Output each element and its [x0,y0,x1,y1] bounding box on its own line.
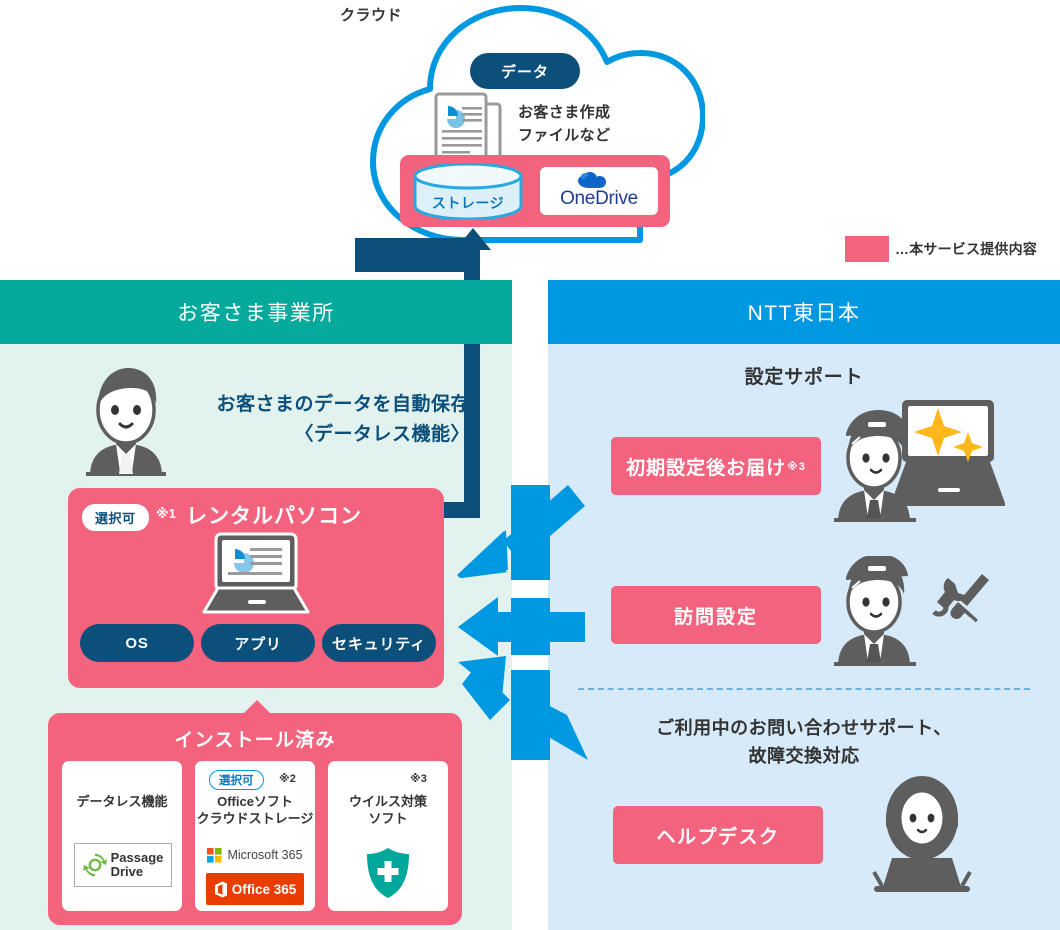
pill-security[interactable]: セキュリティ [322,624,436,662]
setup-support-title: 設定サポート [744,367,864,388]
installed-title: インストール済み [174,730,336,751]
passage-drive-line1: Passage [110,850,164,866]
office-365-label: Office 365 [231,881,297,897]
database-cylinder-icon: ストレージ [412,163,524,219]
onedrive-logo: OneDrive [540,167,658,215]
installed-software-card: インストール済み データレス機能 Passage Drive 選択可 ※2 Of… [48,713,462,925]
arrow-left-icon [458,597,585,656]
software-label-office-line1: Officeソフト [217,794,293,809]
staff-with-tools-icon [830,554,1005,666]
software-label-dataless: データレス機能 [76,794,168,809]
selectable-badge-office: 選択可 [209,770,264,790]
office-365-logo: Office 365 [206,873,304,905]
cloud-file-caption: お客さま作成 ファイルなど [518,101,610,148]
storage-label: ストレージ [431,195,505,211]
help-desk-label: ヘルプデスク [656,826,780,848]
microsoft-365-label: Microsoft 365 [227,848,303,862]
usage-support-line1: ご利用中のお問い合わせサポート、 [656,718,952,738]
software-item-antivirus[interactable]: ※3 ウイルス対策 ソフト [328,761,448,911]
rental-pc-card[interactable]: 選択可 ※1 レンタルパソコン OS アプリ セキュリティ [68,488,444,688]
legend: …本サービス提供内容 [845,236,1037,262]
pill-app[interactable]: アプリ [201,624,315,662]
software-item-office[interactable]: 選択可 ※2 Officeソフト クラウドストレージ Microsoft 365 [195,761,315,911]
legend-label: …本サービス提供内容 [895,241,1037,257]
software-label-antivirus-line1: ウイルス対策 [348,794,427,809]
microsoft-365-logo: Microsoft 365 [201,845,309,865]
customer-office-header: お客さま事業所 [0,280,512,344]
rental-pc-title: レンタルパソコン [186,505,362,528]
recycle-arrows-icon [82,853,107,877]
onedrive-label: OneDrive [560,188,638,209]
autosave-line1: お客さまのデータを自動保存 [216,394,470,415]
selectable-badge: 選択可 [82,504,149,531]
shield-antivirus-icon [364,847,412,899]
legend-swatch [845,236,889,262]
headset-operator-icon [860,772,985,894]
antivirus-footnote: ※3 [410,773,427,785]
cloud-file-caption-line2: ファイルなど [518,127,611,145]
ntt-east-header: NTT東日本 [548,280,1060,344]
laptop-chart-icon [192,532,320,616]
installed-arrow-icon [243,700,271,714]
autosave-line2: 〈データレス機能〉 [294,424,470,446]
cloud-file-caption-line1: お客さま作成 [518,104,611,121]
usage-support-text: ご利用中のお問い合わせサポート、 故障交換対応 [548,715,1060,771]
ntt-east-title: NTT東日本 [747,302,861,325]
navy-arrowhead-icon [455,228,491,250]
passage-drive-line2: Drive [110,864,144,879]
software-label-office-line2: クラウドストレージ [196,811,314,826]
wrench-screwdriver-icon [932,574,989,623]
usage-support-line2: 故障交換対応 [748,745,860,766]
arrow-top-left-icon [457,485,585,580]
software-item-dataless[interactable]: データレス機能 Passage Drive [62,761,182,911]
software-label-antivirus-line2: ソフト [368,811,408,826]
initial-setup-delivery-button[interactable]: 初期設定後お届け ※3 [611,437,821,495]
data-badge: データ [470,53,580,89]
staff-with-laptop-sparkle-icon [830,396,1006,522]
cloud-label: クラウド [340,7,403,24]
help-desk-button[interactable]: ヘルプデスク [613,806,823,864]
section-divider [578,688,1030,690]
office-footnote: ※2 [279,773,296,785]
passage-drive-logo: Passage Drive [74,843,172,887]
autosave-text: お客さまのデータを自動保存 〈データレス機能〉 [200,390,470,451]
microsoft-squares-icon [207,847,223,863]
office-icon [214,881,227,897]
customer-office-title: お客さま事業所 [177,302,335,325]
rental-footnote: ※1 [156,506,176,521]
service-diagram: クラウド データ お客さま作成 ファイルなど ストレージ OneDrive …本… [0,0,1060,930]
initial-setup-delivery-label: 初期設定後お届け [626,457,787,479]
onsite-setup-button[interactable]: 訪問設定 [611,586,821,644]
businessman-avatar-icon [70,358,182,476]
onsite-setup-label: 訪問設定 [673,606,758,628]
initial-setup-delivery-note: ※3 [787,460,806,473]
pill-os[interactable]: OS [80,624,194,662]
